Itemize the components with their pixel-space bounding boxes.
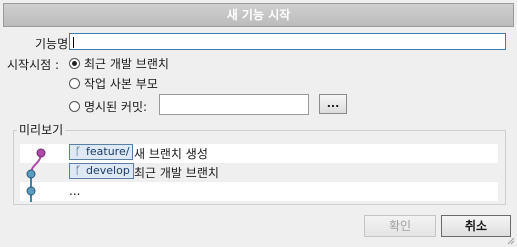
branch-icon: ᚴ (74, 164, 82, 177)
new-feature-dialog: 새 기능 시작 기능명 시작시점 : 최근 개발 브랜치 작업 사본 부모 명시… (0, 0, 517, 247)
radio-working-copy-parent[interactable]: 작업 사본 부모 (69, 75, 158, 92)
develop-commit-node (26, 169, 36, 179)
preview-row-text: 최근 개발 브랜치 (134, 166, 219, 180)
radio-button[interactable] (69, 78, 80, 89)
radio-button[interactable] (69, 101, 80, 112)
radio-specified-commit[interactable]: 명시된 커밋: (69, 98, 147, 115)
radio-label: 최근 개발 브랜치 (84, 57, 169, 71)
feature-name-label: 기능명 (35, 37, 69, 51)
feature-name-input[interactable] (69, 33, 506, 50)
browse-commit-button[interactable]: ... (319, 94, 347, 114)
branch-graph (26, 148, 46, 202)
dialog-title: 새 기능 시작 (3, 3, 514, 27)
parent-commit-node (26, 186, 36, 196)
feature-branch-tag: ᚴ feature/ (69, 144, 134, 160)
radio-latest-develop[interactable]: 최근 개발 브랜치 (69, 55, 169, 72)
commit-input[interactable] (159, 94, 309, 115)
preview-row (20, 182, 498, 201)
preview-label: 미리보기 (17, 121, 66, 138)
branch-tag-label: feature/ (86, 145, 130, 158)
branch-icon: ᚴ (74, 145, 82, 158)
develop-branch-tag: ᚴ develop (69, 163, 134, 179)
radio-label: 명시된 커밋: (84, 100, 148, 114)
preview-row-text: ... (69, 184, 81, 198)
start-point-label: 시작시점 : (7, 58, 60, 72)
resize-grip-icon[interactable] (505, 235, 515, 245)
text-caret (73, 37, 74, 48)
branch-tag-label: develop (86, 164, 130, 177)
preview-row-text: 새 브랜치 생성 (134, 147, 208, 161)
feature-commit-node (36, 148, 46, 158)
radio-button[interactable] (69, 58, 80, 69)
ok-button[interactable]: 확인 (364, 215, 436, 237)
cancel-button[interactable]: 취소 (441, 215, 511, 237)
radio-label: 작업 사본 부모 (84, 77, 158, 91)
